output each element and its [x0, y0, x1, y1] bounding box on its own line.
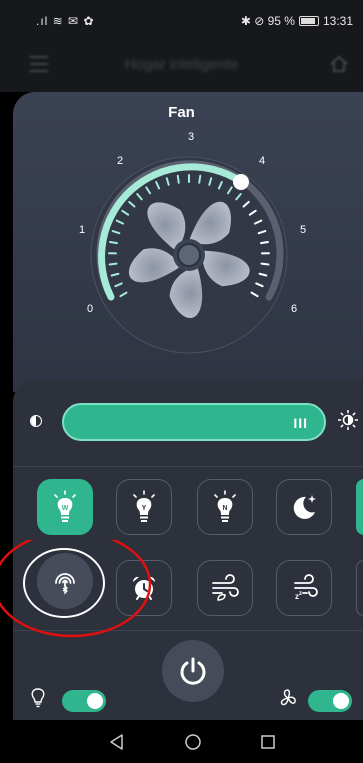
mode-white-button[interactable]: W: [37, 479, 93, 535]
light-bulb-outline-icon: [31, 688, 45, 708]
dial-tick: [176, 174, 180, 184]
dial-label-3: 3: [188, 131, 195, 143]
back-icon[interactable]: [107, 732, 127, 752]
status-indicators: ✱ ⊘ 95 %: [240, 14, 295, 28]
mode-yellow-button[interactable]: Y: [116, 479, 172, 535]
light-toggle[interactable]: [62, 690, 106, 712]
dial-graphic: [90, 156, 288, 354]
app-header: Hogar inteligente: [0, 42, 363, 92]
fan-toggle[interactable]: [308, 690, 352, 712]
mode-more-button[interactable]: [356, 479, 363, 535]
page-title: Hogar inteligente: [124, 56, 239, 73]
bulb-icon: W: [54, 490, 76, 522]
bluetooth-fingerprint-icon: [55, 573, 75, 595]
mode-night-button[interactable]: [276, 479, 332, 535]
dial-tick: [260, 262, 270, 266]
dial-label-4: 4: [259, 155, 266, 167]
sun-icon: [338, 410, 358, 430]
mode-neutral-button[interactable]: N: [197, 479, 253, 535]
slider-grip[interactable]: III: [293, 415, 308, 431]
speed-knob: [233, 174, 249, 190]
bulb-icon: N: [214, 490, 236, 522]
sleep-wind-icon: z z: [294, 574, 318, 601]
leaf-wind-icon: [212, 574, 239, 601]
mode-letter: W: [62, 505, 69, 512]
dial-label-5: 5: [300, 224, 307, 236]
mode-letter: N: [222, 505, 227, 512]
contrast-icon: [30, 415, 42, 427]
power-button[interactable]: [162, 640, 224, 702]
alarm-button[interactable]: [116, 560, 172, 616]
status-time: 13:31: [322, 14, 353, 28]
bulb-icon: Y: [133, 490, 155, 522]
function-more-button[interactable]: [356, 560, 363, 616]
sleep-wind-button[interactable]: z z: [276, 560, 332, 616]
fan-speed-dial[interactable]: 0 1 2 3 4 5 6: [55, 120, 335, 380]
battery-icon: [298, 16, 319, 26]
home-circle-icon[interactable]: [183, 732, 203, 752]
status-right: ✱ ⊘ 95 % 13:31: [241, 14, 353, 28]
fan-title: Fan: [168, 104, 195, 121]
dial-tick: [108, 262, 118, 266]
dial-label-2: 2: [117, 155, 124, 167]
system-nav-bar: [0, 720, 363, 763]
dial-tick: [109, 241, 118, 245]
brightness-slider[interactable]: III: [62, 403, 326, 441]
status-bar: .ıl ≋ ✉ ✿ ✱ ⊘ 95 % 13:31: [0, 0, 363, 42]
bluetooth-button[interactable]: [37, 553, 93, 609]
dial-tick: [198, 174, 202, 184]
moon-star-icon: [293, 495, 316, 519]
divider: [13, 466, 363, 467]
alarm-clock-icon: [132, 576, 156, 600]
dial-tick: [260, 241, 269, 245]
status-icons: .ıl ≋ ✉ ✿: [36, 14, 95, 28]
svg-text:z: z: [299, 591, 302, 597]
power-icon: [180, 657, 206, 685]
divider: [13, 630, 363, 631]
mode-letter: Y: [142, 505, 147, 512]
recents-icon[interactable]: [258, 732, 278, 752]
dial-label-0: 0: [87, 303, 94, 315]
natural-wind-button[interactable]: [197, 560, 253, 616]
dial-label-6: 6: [291, 303, 298, 315]
home-icon[interactable]: [329, 54, 349, 74]
dial-label-1: 1: [79, 224, 86, 236]
fan-small-icon: [280, 689, 296, 706]
